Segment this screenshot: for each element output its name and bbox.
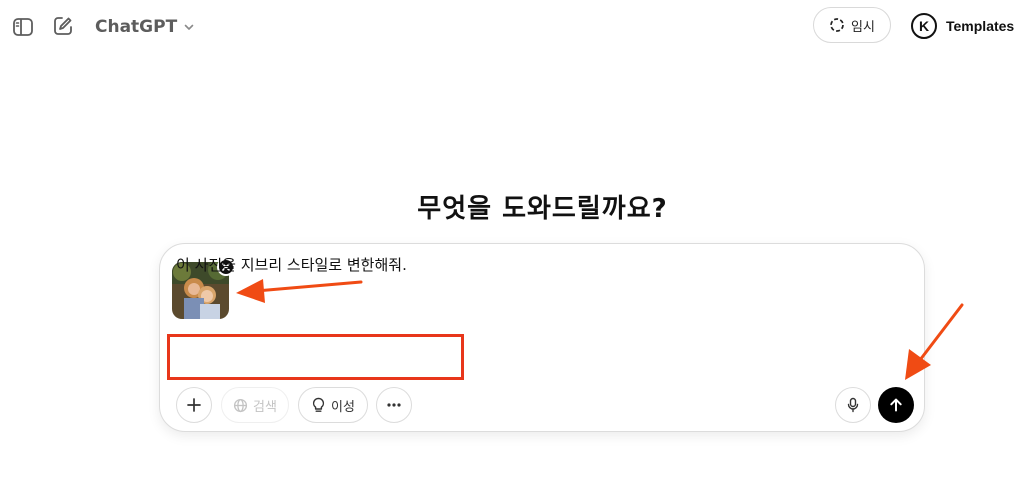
- top-bar: ChatGPT 임시 K Templates: [0, 0, 1030, 54]
- reason-label: 이성: [331, 399, 355, 415]
- account-menu[interactable]: K Templates: [911, 13, 1014, 39]
- new-chat-button[interactable]: [50, 13, 76, 39]
- globe-icon: [233, 398, 248, 412]
- edit-icon: [54, 17, 72, 35]
- sidebar-icon: [13, 18, 33, 36]
- model-switcher[interactable]: ChatGPT: [95, 14, 195, 40]
- page-title: 무엇을 도와드릴까요?: [417, 194, 668, 224]
- reason-button[interactable]: 이성: [298, 387, 368, 423]
- search-button[interactable]: 검색: [221, 387, 289, 423]
- voice-input-button[interactable]: [835, 387, 871, 423]
- temporary-chat-button[interactable]: 임시: [813, 7, 891, 43]
- lightbulb-icon: [312, 397, 325, 412]
- search-label: 검색: [253, 399, 277, 415]
- sidebar-toggle-button[interactable]: [10, 14, 36, 40]
- arrow-up-icon: [890, 398, 902, 412]
- account-name: Templates: [946, 18, 1015, 34]
- more-tools-button[interactable]: [376, 387, 412, 423]
- add-attachment-button[interactable]: [176, 387, 212, 423]
- microphone-icon: [847, 397, 859, 413]
- more-horizontal-icon: [387, 403, 401, 407]
- prompt-highlight-box: [167, 334, 464, 380]
- plus-icon: [187, 398, 201, 412]
- send-button[interactable]: [878, 387, 914, 423]
- composer: 이 사진을 지브리 스타일로 변한해줘. 검색 이성: [159, 243, 925, 432]
- dashed-circle-icon: [830, 18, 844, 32]
- chevron-down-icon: [184, 24, 194, 30]
- temporary-chat-label: 임시: [851, 19, 875, 35]
- prompt-input[interactable]: 이 사진을 지브리 스타일로 변한해줘.: [176, 254, 407, 275]
- model-name: ChatGPT: [95, 17, 178, 37]
- avatar: K: [911, 13, 937, 39]
